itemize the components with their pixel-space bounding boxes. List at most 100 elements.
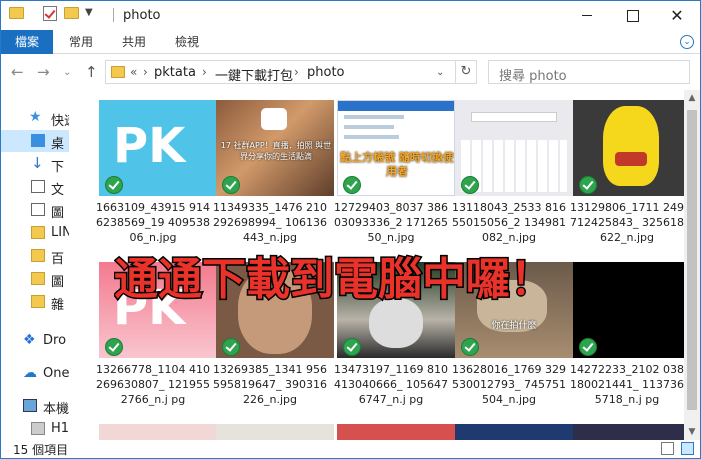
scroll-down-icon[interactable]: ▼ (684, 424, 700, 440)
minimize-button[interactable] (564, 1, 610, 30)
explorer-window: ▼ photo ✕ 檔案 常用 共用 檢視 ⌄ ← → ⌄ ↑ « › pkta… (0, 0, 701, 459)
nav-label: One (43, 366, 69, 381)
window-title: photo (123, 8, 161, 23)
thumbnail-partial (573, 424, 684, 440)
address-dropdown-icon[interactable]: ⌄ (436, 67, 444, 78)
folder-icon (31, 249, 45, 262)
face-image (369, 298, 423, 348)
sync-check-icon (105, 176, 123, 194)
sync-check-icon (461, 338, 479, 356)
tab-home[interactable]: 常用 (61, 30, 101, 54)
folder-icon (31, 272, 45, 285)
nav-dropbox[interactable]: ❖ Dro (1, 330, 69, 352)
nav-drive[interactable]: H1 (1, 418, 69, 440)
nav-label: LIN (51, 225, 69, 240)
nav-documents[interactable]: 文 (1, 176, 69, 198)
file-name: 14272233_2102 038180021441_ 1137365718_n… (570, 363, 684, 406)
thumbnail-caption: 17 社群APP！直播．拍照 與世界分享你的生活點滴 (220, 141, 332, 161)
sync-check-icon (461, 176, 479, 194)
nav-folder-line[interactable]: LIN (1, 222, 69, 244)
address-bar[interactable]: « › pktata › 一鍵下載打包 › photo ⌄ (105, 60, 477, 84)
overflow-crumb[interactable]: « (130, 65, 137, 79)
thumbnail-caption: 點上方帳號 隨時切換使用者 (340, 151, 454, 178)
nav-this-pc[interactable]: 本機 (1, 395, 69, 417)
toy-bow (615, 152, 647, 166)
placeholder-line (344, 115, 404, 119)
file-name: 11349335_1476 210292698994_ 106136443_n.… (213, 201, 327, 244)
vertical-scrollbar[interactable]: ▲ ▼ (684, 90, 700, 440)
quick-access-dropdown-icon[interactable]: ▼ (85, 7, 93, 18)
placeholder-line (344, 125, 394, 129)
recent-locations-icon[interactable]: ⌄ (63, 67, 71, 78)
file-name: 12729403_8037 38603093336_2 17126550_n.j… (334, 201, 448, 244)
overlay-caption-text: 通通下載到電腦中囉！ (114, 254, 554, 304)
chevron-right-icon: › (143, 65, 148, 79)
maximize-button[interactable] (610, 1, 656, 30)
nav-pictures[interactable]: 圖 (1, 199, 69, 221)
disk-icon (31, 422, 45, 435)
ribbon-tabs: 檔案 常用 共用 檢視 ⌄ (1, 30, 700, 54)
sync-check-icon (579, 176, 597, 194)
sync-check-icon (105, 338, 123, 356)
nav-quick-access[interactable]: ★ 快速 (1, 107, 69, 129)
nav-folder-4[interactable]: 雜 (1, 291, 69, 313)
nav-label: 圖 (51, 206, 65, 221)
nav-onedrive[interactable]: ☁ One (1, 363, 69, 385)
chat-bubble (471, 112, 557, 122)
nav-label: 百 (51, 252, 65, 267)
nav-label: H1 (51, 421, 69, 436)
sync-check-icon (222, 176, 240, 194)
nav-label: Dro (43, 333, 67, 348)
file-name: 1663109_43915 9146238569_19 40953806_n.j… (96, 201, 210, 244)
title-separator (113, 8, 114, 22)
app-header-bar (338, 101, 454, 111)
file-name: 13269385_1341 956595819647_ 390316226_n.… (213, 363, 327, 406)
thumbnail-logo: PK (113, 118, 186, 174)
nav-folder-2[interactable]: 百 (1, 245, 69, 267)
folder-icon (31, 226, 45, 239)
thumbnail-caption: 你在拍什麼 (491, 321, 537, 331)
scrollbar-thumb[interactable] (687, 110, 697, 410)
star-icon: ★ (29, 109, 42, 125)
ribbon-expand-icon[interactable]: ⌄ (680, 35, 694, 49)
document-icon (31, 180, 45, 193)
details-view-icon[interactable] (661, 442, 674, 455)
nav-label: 快速 (51, 114, 69, 129)
folder-icon (111, 66, 125, 78)
nav-downloads[interactable]: ↓ 下 (1, 153, 69, 176)
nav-label: 下 (51, 160, 65, 175)
chevron-right-icon: › (294, 65, 299, 79)
nav-label: 圖 (51, 275, 65, 290)
tab-share[interactable]: 共用 (114, 30, 154, 54)
up-button[interactable]: ↑ (85, 63, 98, 81)
breadcrumb-photo[interactable]: photo (307, 65, 345, 80)
new-folder-icon[interactable] (64, 7, 79, 19)
sync-check-icon (222, 338, 240, 356)
thumbnail-partial (337, 424, 455, 440)
breadcrumb-download[interactable]: 一鍵下載打包 (215, 65, 293, 84)
folder-icon (31, 295, 45, 308)
sync-check-icon (579, 338, 597, 356)
download-icon: ↓ (31, 154, 44, 172)
tab-file[interactable]: 檔案 (1, 30, 53, 54)
computer-icon (23, 399, 37, 412)
back-button[interactable]: ← (11, 63, 24, 81)
nav-folder-3[interactable]: 圖 (1, 268, 69, 290)
navigation-pane: ★ 快速 桌 ↓ 下 文 圖 LIN 百 圖 (1, 90, 69, 440)
nav-desktop[interactable]: 桌 (1, 130, 69, 152)
navigation-bar: ← → ⌄ ↑ « › pktata › 一鍵下載打包 › photo ⌄ ↻ … (1, 54, 700, 90)
breadcrumb-pktata[interactable]: pktata (154, 65, 196, 80)
search-input[interactable]: 搜尋 photo (488, 60, 690, 84)
tab-view[interactable]: 檢視 (167, 30, 207, 54)
sync-check-icon (343, 176, 361, 194)
scroll-up-icon[interactable]: ▲ (684, 90, 700, 106)
properties-icon[interactable] (43, 6, 57, 21)
file-name: 13129806_1711 249712425843_ 325618622_n.… (570, 201, 684, 244)
status-bar: 15 個項目 (1, 440, 700, 458)
forward-button[interactable]: → (37, 63, 50, 81)
large-icons-view-icon[interactable] (681, 442, 694, 455)
close-button[interactable]: ✕ (654, 1, 700, 30)
thumbnail-partial (455, 424, 573, 440)
overlay-caption: 通通下載到電腦中囉！ (113, 248, 594, 307)
refresh-button[interactable]: ↻ (455, 60, 477, 84)
